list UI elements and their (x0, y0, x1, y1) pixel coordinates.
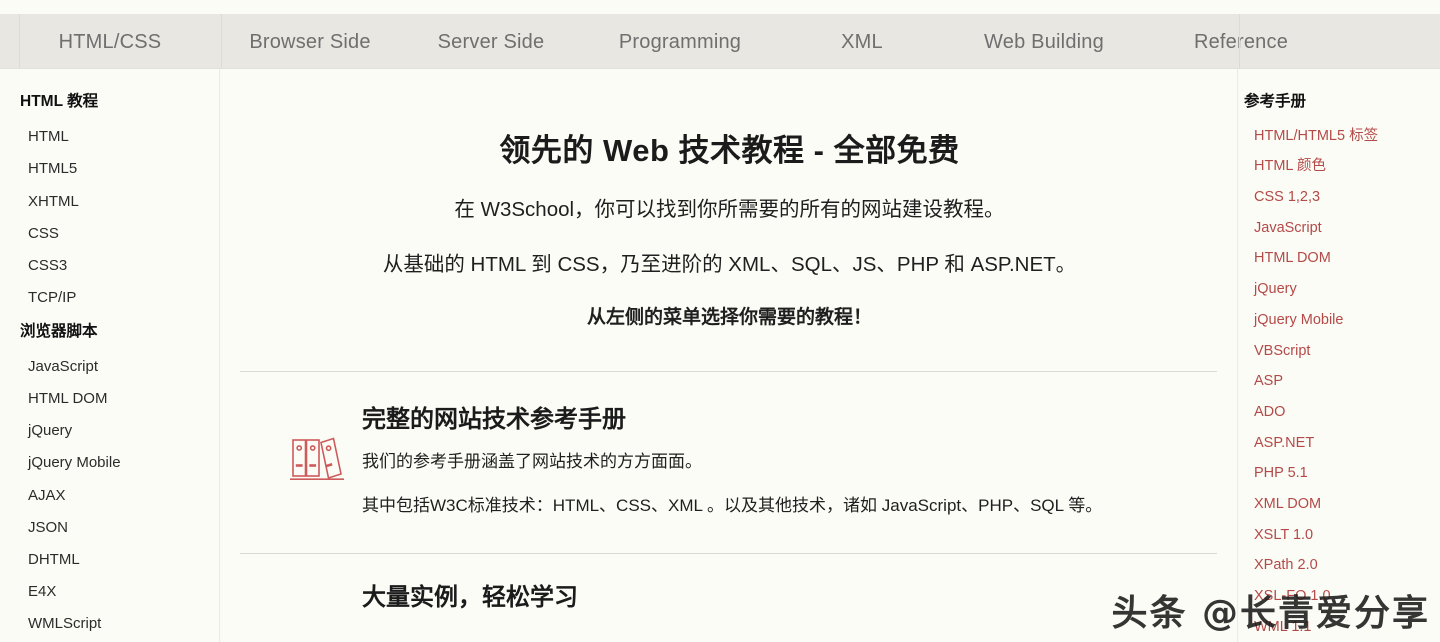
top-strip (0, 0, 1440, 14)
sidebar-item-jquery[interactable]: jQuery (20, 415, 219, 447)
reference-item-xpath[interactable]: XPath 2.0 (1240, 550, 1440, 581)
hero-line-3: 从左侧的菜单选择你需要的教程！ (586, 307, 872, 329)
sidebar-item-json[interactable]: JSON (20, 511, 219, 543)
sidebar-item-javascript[interactable]: JavaScript (20, 350, 219, 382)
sidebar-item-css3[interactable]: CSS3 (20, 249, 219, 281)
sidebar-heading-browser-scripting: 浏览器脚本 (20, 322, 98, 340)
nav-divider-sidebar (221, 14, 222, 69)
nav-item-web-building[interactable]: Web Building (946, 32, 1142, 52)
reference-item-xslt[interactable]: XSLT 1.0 (1240, 520, 1440, 551)
nav-item-reference[interactable]: Reference (1142, 32, 1340, 52)
reference-item-javascript[interactable]: JavaScript (1240, 213, 1440, 244)
reference-item-asp-net[interactable]: ASP.NET (1240, 427, 1440, 458)
section-paragraph-2: 其中包括W3C标准技术：HTML、CSS、XML 。以及其他技术，诸如 Java… (362, 496, 1103, 516)
section-paragraph-1: 我们的参考手册涵盖了网站技术的方方面面。 (362, 451, 702, 471)
section-reference-manuals: 完整的网站技术参考手册 我们的参考手册涵盖了网站技术的方方面面。 其中包括W3C… (222, 372, 1237, 517)
reference-item-html-dom[interactable]: HTML DOM (1240, 243, 1440, 274)
page-title: 领先的 Web 技术教程 - 全部免费 (499, 133, 960, 168)
nav-item-programming[interactable]: Programming (582, 32, 778, 52)
nav-item-server-side[interactable]: Server Side (400, 32, 582, 52)
section-examples-partial: 大量实例，轻松学习 (222, 554, 1237, 613)
reference-item-php[interactable]: PHP 5.1 (1240, 458, 1440, 489)
books-icon (289, 434, 347, 484)
nav-divider-left (19, 14, 20, 69)
page-root: HTML/CSS Browser Side Server Side Progra… (0, 0, 1440, 642)
reference-item-html-colors[interactable]: HTML 颜色 (1240, 151, 1440, 182)
section-title: 完整的网站技术参考手册 (362, 406, 626, 434)
hero-block: 领先的 Web 技术教程 - 全部免费 在 W3School，你可以找到你所需要… (222, 69, 1237, 331)
reference-item-jquery-mobile[interactable]: jQuery Mobile (1240, 305, 1440, 336)
sidebar-item-xhtml[interactable]: XHTML (20, 185, 219, 217)
sidebar-item-jquery-mobile[interactable]: jQuery Mobile (20, 447, 219, 479)
top-navigation: HTML/CSS Browser Side Server Side Progra… (0, 14, 1440, 69)
right-sidebar: 参考手册 HTML/HTML5 标签 HTML 颜色 CSS 1,2,3 Jav… (1240, 69, 1440, 642)
reference-item-wml[interactable]: WML 1.1 (1240, 612, 1440, 642)
reference-item-asp[interactable]: ASP (1240, 366, 1440, 397)
reference-item-css[interactable]: CSS 1,2,3 (1240, 182, 1440, 213)
sidebar-item-css[interactable]: CSS (20, 217, 219, 249)
sidebar-item-ajax[interactable]: AJAX (20, 479, 219, 511)
reference-item-xml-dom[interactable]: XML DOM (1240, 489, 1440, 520)
nav-divider-right (1239, 14, 1240, 69)
nav-item-xml[interactable]: XML (778, 32, 946, 52)
reference-item-html-tags[interactable]: HTML/HTML5 标签 (1240, 121, 1440, 152)
hero-line-2: 从基础的 HTML 到 CSS，乃至进阶的 XML、SQL、JS、PHP 和 A… (382, 252, 1077, 276)
hero-line-1: 在 W3School，你可以找到你所需要的所有的网站建设教程。 (454, 198, 1005, 222)
nav-item-browser-side[interactable]: Browser Side (220, 32, 400, 52)
reference-item-jquery[interactable]: jQuery (1240, 274, 1440, 305)
sidebar-item-html5[interactable]: HTML5 (20, 153, 219, 185)
sidebar-heading-html-tutorials: HTML 教程 (20, 93, 99, 110)
right-sidebar-heading: 参考手册 (1244, 93, 1307, 110)
sidebar-item-e4x[interactable]: E4X (20, 576, 219, 608)
sidebar-item-dhtml[interactable]: DHTML (20, 543, 219, 575)
left-sidebar: HTML 教程 HTML HTML5 XHTML CSS CSS3 TCP/IP… (20, 69, 220, 642)
nav-item-html-css[interactable]: HTML/CSS (0, 32, 220, 52)
section-title-partial: 大量实例，轻松学习 (362, 584, 578, 612)
sidebar-item-tcp-ip[interactable]: TCP/IP (20, 282, 219, 314)
reference-item-ado[interactable]: ADO (1240, 397, 1440, 428)
sidebar-item-html-dom[interactable]: HTML DOM (20, 383, 219, 415)
sidebar-item-wmlscript[interactable]: WMLScript (20, 608, 219, 640)
sidebar-item-html[interactable]: HTML (20, 121, 219, 153)
reference-item-xsl-fo[interactable]: XSL-FO 1.0 (1240, 581, 1440, 612)
main-content: 领先的 Web 技术教程 - 全部免费 在 W3School，你可以找到你所需要… (222, 69, 1238, 642)
reference-item-vbscript[interactable]: VBScript (1240, 335, 1440, 366)
